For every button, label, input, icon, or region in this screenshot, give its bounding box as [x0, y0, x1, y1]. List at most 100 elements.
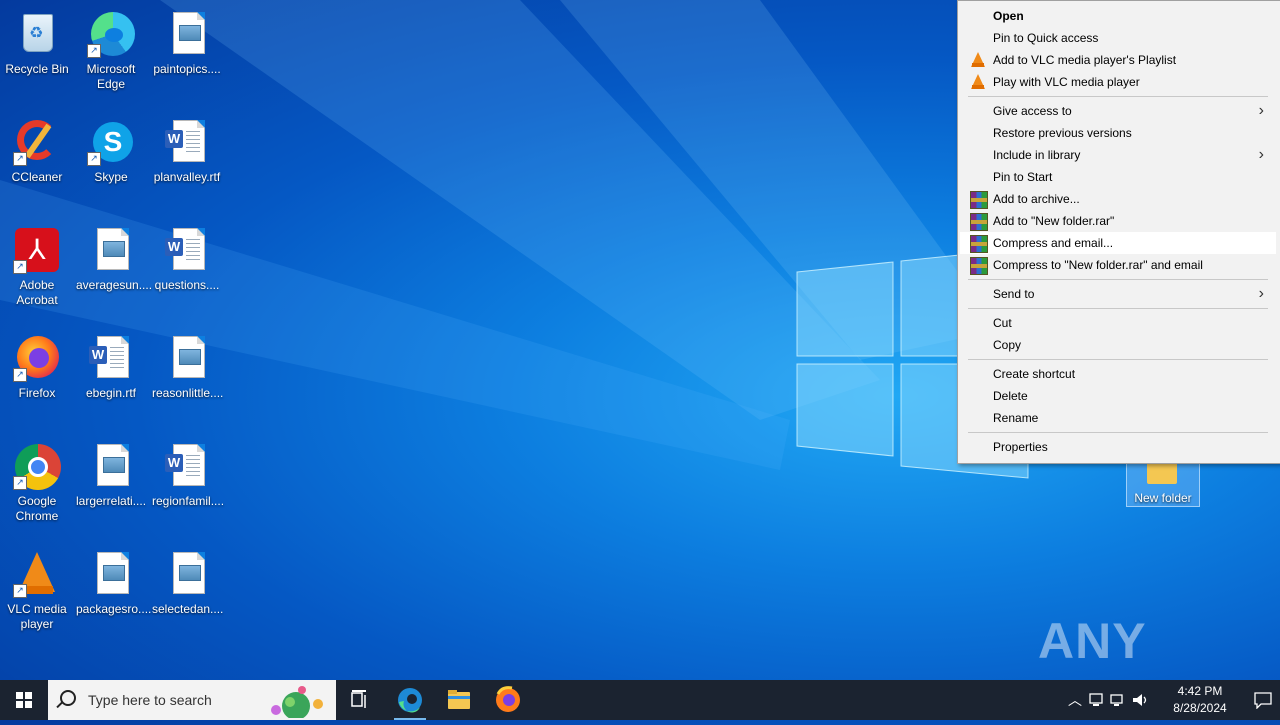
vlc-icon	[970, 74, 986, 90]
desktop-icon-google-chrome[interactable]: ↗ Google Chrome	[0, 436, 74, 524]
watermark: ANY RUN	[1038, 613, 1148, 680]
shortcut-arrow-icon: ↗	[13, 152, 27, 166]
menu-item-label: Add to "New folder.rar"	[993, 214, 1115, 228]
desktop-icon-largerrelati[interactable]: largerrelati....	[74, 436, 148, 509]
menu-separator	[968, 432, 1268, 433]
windows-logo-icon	[16, 692, 32, 708]
menu-item-add-rar[interactable]: Add to "New folder.rar"	[960, 210, 1276, 232]
search-box[interactable]: Type here to search	[48, 680, 336, 720]
menu-item-label: Create shortcut	[993, 367, 1076, 381]
menu-item-label: Add to archive...	[993, 192, 1080, 206]
edge-icon: ↗	[87, 10, 135, 58]
start-button[interactable]	[0, 680, 48, 720]
speaker-icon[interactable]	[1131, 692, 1151, 708]
menu-separator	[968, 308, 1268, 309]
shortcut-arrow-icon: ↗	[87, 44, 101, 58]
desktop-icon-label: regionfamil....	[152, 494, 225, 508]
desktop-icon-selectedan[interactable]: selectedan....	[150, 544, 224, 617]
ethernet-icon[interactable]	[1109, 692, 1127, 708]
desktop-icon-ccleaner[interactable]: ↗ CCleaner	[0, 112, 74, 185]
menu-separator	[968, 96, 1268, 97]
clock[interactable]: 4:42 PM 8/28/2024	[1160, 683, 1240, 717]
system-tray: ︿ 4:42 PM 8/28/2024	[1065, 680, 1280, 720]
taskbar: Type here to search ︿ 4:42 PM 8/28/2024	[0, 680, 1280, 720]
desktop-icon-recycle-bin[interactable]: ♻ Recycle Bin	[0, 4, 74, 77]
desktop-icon-vlc[interactable]: ↗ VLC media player	[0, 544, 74, 632]
task-view-icon	[351, 690, 366, 708]
task-view-button[interactable]	[336, 680, 384, 720]
ccleaner-icon: ↗	[13, 118, 61, 166]
desktop-icon-firefox[interactable]: ↗ Firefox	[0, 328, 74, 401]
menu-item-label: Include in library	[993, 148, 1081, 162]
image-file-icon	[163, 550, 211, 598]
menu-item-label: Pin to Quick access	[993, 31, 1099, 45]
menu-item-rename[interactable]: Rename	[960, 407, 1276, 429]
menu-item-restore-versions[interactable]: Restore previous versions	[960, 122, 1276, 144]
menu-item-label: Cut	[993, 316, 1012, 330]
image-file-icon	[87, 226, 135, 274]
desktop-icon-paintopics[interactable]: paintopics....	[150, 4, 224, 77]
desktop-icon-label: Firefox	[18, 386, 56, 400]
menu-item-compress-email[interactable]: Compress and email...	[960, 232, 1276, 254]
menu-item-label: Properties	[993, 440, 1048, 454]
desktop-icon-label: largerrelati....	[76, 494, 147, 508]
word-file-icon: W	[163, 226, 211, 274]
menu-item-pin-quick-access[interactable]: Pin to Quick access	[960, 27, 1276, 49]
taskbar-file-explorer[interactable]	[435, 680, 483, 720]
word-file-icon: W	[163, 442, 211, 490]
desktop-icon-ebegin[interactable]: W ebegin.rtf	[74, 328, 148, 401]
desktop-icon-regionfamil[interactable]: W regionfamil....	[150, 436, 224, 509]
menu-item-copy[interactable]: Copy	[960, 334, 1276, 356]
folder-icon	[1147, 462, 1177, 484]
desktop-icon-label: packagesro....	[76, 602, 152, 616]
desktop-icon-packagesro[interactable]: packagesro....	[74, 544, 152, 617]
menu-item-give-access[interactable]: Give access to ›	[960, 100, 1276, 122]
desktop-icon-reasonlittle[interactable]: reasonlittle....	[150, 328, 224, 401]
chevron-right-icon: ›	[1258, 146, 1264, 163]
menu-item-include-library[interactable]: Include in library ›	[960, 144, 1276, 166]
menu-item-label: Delete	[993, 389, 1028, 403]
desktop-icon-planvalley[interactable]: W planvalley.rtf	[150, 112, 224, 185]
image-file-icon	[87, 442, 135, 490]
desktop-icon-label: Recycle Bin	[5, 62, 69, 76]
winrar-icon	[970, 235, 988, 253]
menu-item-label: Give access to	[993, 104, 1072, 118]
menu-item-properties[interactable]: Properties	[960, 436, 1276, 458]
menu-item-create-shortcut[interactable]: Create shortcut	[960, 363, 1276, 385]
menu-item-label: Play with VLC media player	[993, 75, 1140, 89]
desktop-icon-averagesun[interactable]: averagesun....	[74, 220, 152, 293]
shortcut-arrow-icon: ↗	[87, 152, 101, 166]
desktop-icon-microsoft-edge[interactable]: ↗ Microsoft Edge	[74, 4, 148, 92]
taskbar-firefox[interactable]	[484, 680, 532, 720]
menu-item-pin-start[interactable]: Pin to Start	[960, 166, 1276, 188]
notification-icon[interactable]	[1253, 691, 1273, 709]
winrar-icon	[970, 191, 988, 209]
desktop-icon-label: questions....	[154, 278, 220, 292]
search-highlight-icon	[271, 686, 323, 718]
menu-item-cut[interactable]: Cut	[960, 312, 1276, 334]
image-file-icon	[87, 550, 135, 598]
taskbar-edge[interactable]	[386, 680, 434, 720]
menu-separator	[968, 279, 1268, 280]
desktop-icon-questions[interactable]: W questions....	[150, 220, 224, 293]
menu-item-add-archive[interactable]: Add to archive...	[960, 188, 1276, 210]
word-file-icon: W	[87, 334, 135, 382]
desktop-icon-skype[interactable]: S ↗ Skype	[74, 112, 148, 185]
menu-item-compress-rar-email[interactable]: Compress to "New folder.rar" and email	[960, 254, 1276, 276]
recycle-bin-icon: ♻	[13, 10, 61, 58]
network-icon[interactable]	[1087, 692, 1105, 708]
menu-item-delete[interactable]: Delete	[960, 385, 1276, 407]
desktop-icon-adobe-acrobat[interactable]: ⅄ ↗ Adobe Acrobat	[0, 220, 74, 308]
clock-date: 8/28/2024	[1173, 701, 1227, 715]
menu-item-add-vlc-playlist[interactable]: Add to VLC media player's Playlist	[960, 49, 1276, 71]
menu-item-open[interactable]: Open	[960, 5, 1276, 27]
winrar-icon	[970, 257, 988, 275]
menu-item-send-to[interactable]: Send to ›	[960, 283, 1276, 305]
shortcut-arrow-icon: ↗	[13, 260, 27, 274]
desktop-icon-label: VLC media player	[7, 602, 67, 631]
chevron-up-icon[interactable]: ︿	[1065, 680, 1085, 720]
search-icon	[60, 690, 76, 706]
menu-item-play-vlc[interactable]: Play with VLC media player	[960, 71, 1276, 93]
desktop-icon-label: Skype	[94, 170, 128, 184]
context-menu: Open Pin to Quick access Add to VLC medi…	[957, 0, 1280, 464]
